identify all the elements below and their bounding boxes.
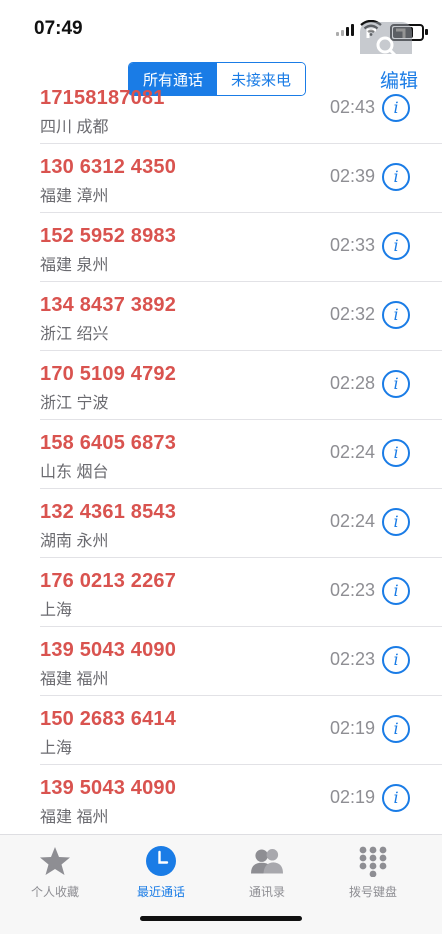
info-icon[interactable]: i xyxy=(382,508,410,536)
tab-favorites[interactable]: 个人收藏 xyxy=(0,841,110,899)
info-icon[interactable]: i xyxy=(382,94,410,122)
phone-number: 139 5043 4090 xyxy=(40,777,177,799)
recents-screen: 07:49 所有通话 未接来电 编辑 17158187081 四川 成都 02:… xyxy=(0,0,442,934)
info-icon[interactable]: i xyxy=(382,301,410,329)
phone-number: 139 5043 4090 xyxy=(40,639,177,661)
star-icon xyxy=(40,847,70,875)
call-row[interactable]: 176 0213 2267 上海 02:23 i xyxy=(0,558,442,627)
phone-number: 176 0213 2267 xyxy=(40,570,177,592)
tab-recents[interactable]: 最近通话 xyxy=(106,841,216,899)
phone-number: 150 2683 6414 xyxy=(40,708,177,730)
tab-label: 拨号键盘 xyxy=(348,885,397,899)
info-icon[interactable]: i xyxy=(382,715,410,743)
info-icon[interactable]: i xyxy=(382,577,410,605)
phone-number: 134 8437 3892 xyxy=(40,294,177,316)
call-time: 02:28 xyxy=(329,373,375,393)
call-location: 上海 xyxy=(40,602,73,619)
home-indicator[interactable] xyxy=(140,916,302,921)
call-time: 02:23 xyxy=(329,649,375,669)
tab-keypad[interactable]: 拨号键盘 xyxy=(318,841,428,899)
call-row[interactable]: 130 6312 4350 福建 漳州 02:39 i xyxy=(0,144,442,213)
call-time: 02:24 xyxy=(329,442,375,462)
call-list: 17158187081 四川 成都 02:43 i 130 6312 4350 … xyxy=(0,86,442,834)
info-icon[interactable]: i xyxy=(382,439,410,467)
info-icon[interactable]: i xyxy=(382,370,410,398)
phone-number: 158 6405 6873 xyxy=(40,432,177,454)
call-location: 浙江 绍兴 xyxy=(40,326,109,343)
call-time: 02:23 xyxy=(329,580,375,600)
clock-icon xyxy=(146,846,176,876)
call-row[interactable]: 132 4361 8543 湖南 永州 02:24 i xyxy=(0,489,442,558)
call-row[interactable]: 150 2683 6414 上海 02:19 i xyxy=(0,696,442,765)
call-location: 福建 福州 xyxy=(40,671,109,688)
call-location: 上海 xyxy=(40,740,73,757)
call-location: 福建 泉州 xyxy=(40,257,109,274)
call-time: 02:19 xyxy=(329,718,375,738)
info-icon[interactable]: i xyxy=(382,646,410,674)
phone-number: 132 4361 8543 xyxy=(40,501,177,523)
call-time: 02:39 xyxy=(329,166,375,186)
call-row[interactable]: 17158187081 四川 成都 02:43 i xyxy=(0,86,442,144)
call-location: 福建 福州 xyxy=(40,809,109,826)
status-time: 07:49 xyxy=(34,18,83,39)
keypad-icon xyxy=(359,846,387,877)
tab-label: 通讯录 xyxy=(248,885,285,899)
call-location: 四川 成都 xyxy=(40,119,109,136)
call-time: 02:43 xyxy=(329,97,375,117)
call-time: 02:33 xyxy=(329,235,375,255)
info-icon[interactable]: i xyxy=(382,163,410,191)
signal-icon xyxy=(336,24,356,36)
call-location: 山东 烟台 xyxy=(40,464,109,481)
call-location: 福建 漳州 xyxy=(40,188,109,205)
call-time: 02:19 xyxy=(329,787,375,807)
phone-number: 152 5952 8983 xyxy=(40,225,177,247)
phone-number: 170 5109 4792 xyxy=(40,363,177,385)
tab-label: 个人收藏 xyxy=(30,885,79,899)
tab-label: 最近通话 xyxy=(136,885,185,899)
contacts-icon xyxy=(251,849,283,874)
call-row[interactable]: 139 5043 4090 福建 福州 02:23 i xyxy=(0,627,442,696)
status-bar: 07:49 xyxy=(0,0,442,72)
call-time: 02:32 xyxy=(329,304,375,324)
call-time: 02:24 xyxy=(329,511,375,531)
call-row[interactable]: 139 5043 4090 福建 福州 02:19 i xyxy=(0,765,442,834)
call-location: 浙江 宁波 xyxy=(40,395,109,412)
phone-number: 17158187081 xyxy=(40,87,165,109)
phone-number: 130 6312 4350 xyxy=(40,156,177,178)
info-icon[interactable]: i xyxy=(382,784,410,812)
call-location: 湖南 永州 xyxy=(40,533,109,550)
call-row[interactable]: 134 8437 3892 浙江 绍兴 02:32 i xyxy=(0,282,442,351)
call-row[interactable]: 158 6405 6873 山东 烟台 02:24 i xyxy=(0,420,442,489)
info-icon[interactable]: i xyxy=(382,232,410,260)
call-row[interactable]: 170 5109 4792 浙江 宁波 02:28 i xyxy=(0,351,442,420)
call-row[interactable]: 152 5952 8983 福建 泉州 02:33 i xyxy=(0,213,442,282)
tab-contacts[interactable]: 通讯录 xyxy=(212,841,322,899)
